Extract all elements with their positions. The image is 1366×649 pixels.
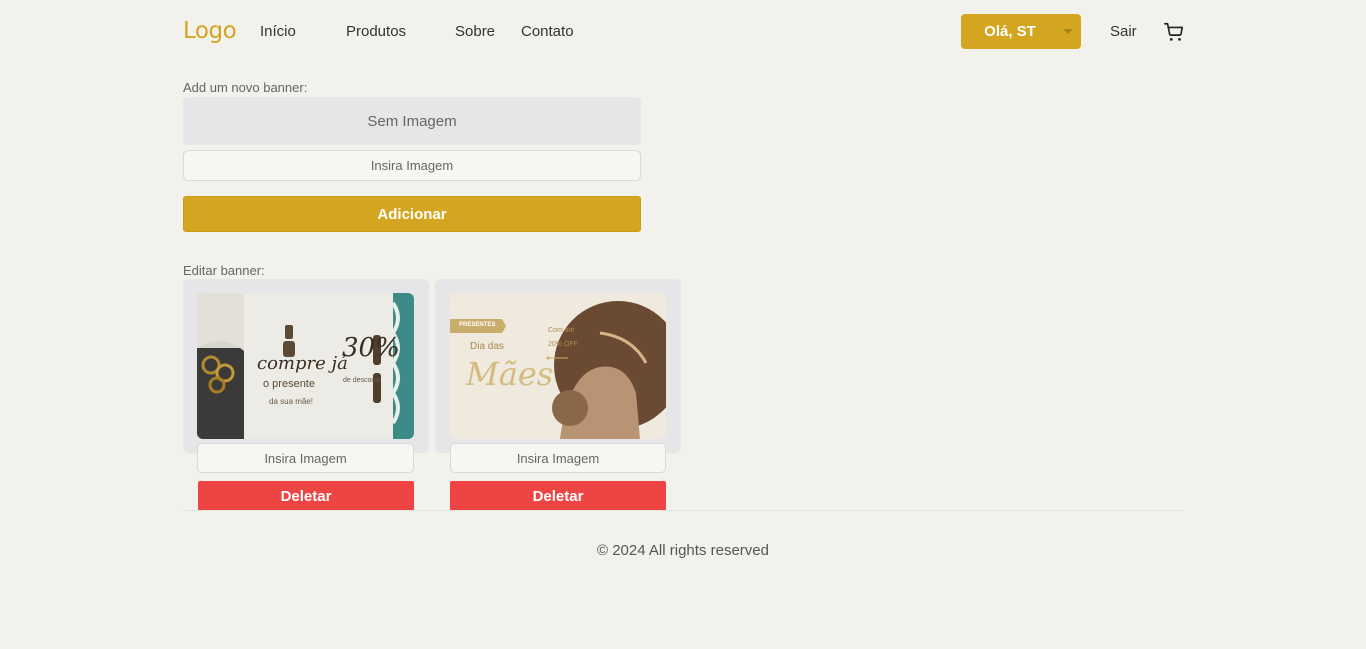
nav-link-produtos[interactable]: Produtos [346,23,406,40]
banner-2-headline: Mães [466,355,554,393]
banner-card-1: compre já o presente da sua mãe! 30% de … [183,279,429,453]
user-menu-button[interactable]: Olá, ST [961,14,1081,49]
banner-2-tag: PRESENTES [459,322,496,328]
footer-copyright: © 2024 All rights reserved [597,542,769,559]
delete-banner-1-button[interactable]: Deletar [198,481,414,511]
footer-divider [183,510,1184,511]
banner-2-offer-1: Com até [548,327,575,334]
logo[interactable]: Logo [183,18,237,44]
cart-icon[interactable] [1163,21,1185,43]
banner-image-1: compre já o presente da sua mãe! 30% de … [197,293,414,439]
chevron-down-icon[interactable] [1063,29,1073,34]
banner-2-line1: Dia das [470,341,504,352]
banner-1-subline-2: da sua mãe! [269,397,314,406]
add-banner-button[interactable]: Adicionar [183,196,641,232]
banner-1-headline: compre já [257,353,348,374]
banner-card-2: PRESENTES Dia das Mães Com até 20% OFF [435,279,681,453]
banner-1-discount: de desconto [343,377,382,384]
new-banner-image-input[interactable] [183,150,641,181]
nav-link-sobre[interactable]: Sobre [455,23,495,40]
edit-banner-label: Editar banner: [183,263,265,278]
logout-link[interactable]: Sair [1110,23,1137,40]
banner-1-percent: 30% [342,333,400,363]
banner-2-offer-2: 20% OFF [548,341,578,348]
nav-link-contato[interactable]: Contato [521,23,574,40]
nav-link-inicio[interactable]: Início [260,23,296,40]
user-greeting: Olá, ST [984,23,1036,40]
banner-preview-empty: Sem Imagem [183,97,641,145]
banner-image-2: PRESENTES Dia das Mães Com até 20% OFF [450,293,666,439]
banner-1-subline: o presente [263,378,315,390]
banner-2-image-input[interactable] [450,443,666,473]
banner-1-image-input[interactable] [197,443,414,473]
delete-banner-2-button[interactable]: Deletar [450,481,666,511]
add-banner-label: Add um novo banner: [183,80,308,95]
